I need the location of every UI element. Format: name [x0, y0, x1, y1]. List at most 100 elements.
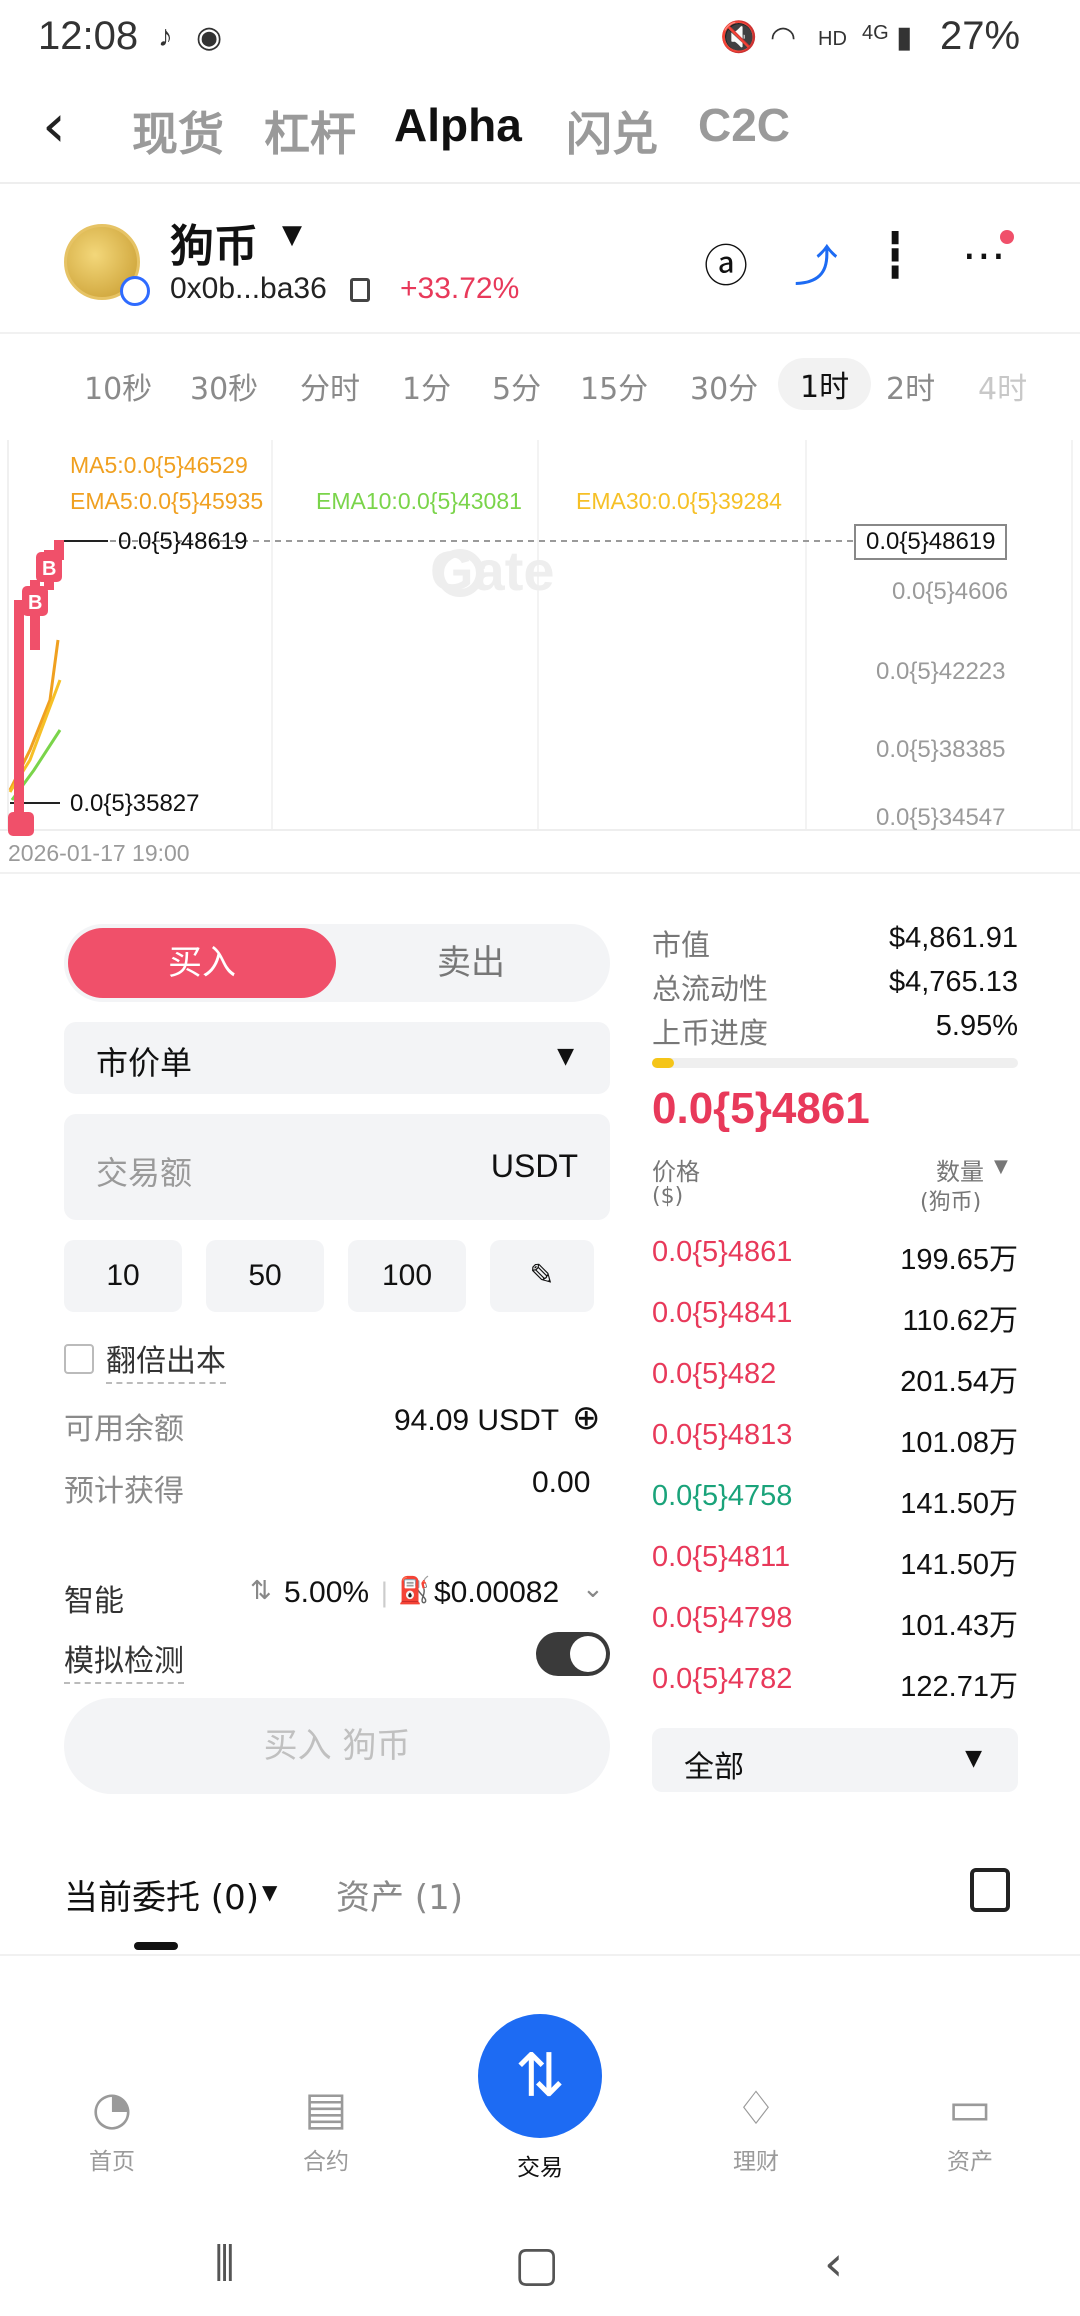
nav-futures[interactable]: ▤ 合约: [256, 2080, 396, 2176]
order-type-select[interactable]: 市价单 ▼: [64, 1022, 610, 1094]
y-tick-3: 0.0{5}38385: [876, 736, 1006, 763]
timeframe-time[interactable]: 分时: [300, 364, 360, 408]
order-history-icon[interactable]: [970, 1868, 1010, 1912]
home-button-icon[interactable]: ▢: [514, 2236, 559, 2292]
orderbook-price: 0.0{5}482: [652, 1358, 777, 1390]
orderbook-row[interactable]: 0.0{5}4811 141.50万: [652, 1541, 1018, 1591]
orderbook-price: 0.0{5}4861: [652, 1236, 793, 1268]
simulate-toggle[interactable]: [536, 1632, 610, 1676]
buy-tab[interactable]: 买入: [68, 928, 336, 998]
submit-buy-button[interactable]: 买入 狗币: [64, 1698, 610, 1794]
timeframe-1h[interactable]: 1时: [778, 358, 872, 410]
simulate-label: 模拟检测: [64, 1636, 184, 1684]
orderbook-row[interactable]: 0.0{5}4841 110.62万: [652, 1297, 1018, 1347]
nav-trade-label[interactable]: 交易: [470, 2148, 610, 2182]
edit-amounts-button[interactable]: ✎: [490, 1240, 594, 1312]
quick-amount-10[interactable]: 10: [64, 1240, 182, 1312]
quick-amount-100[interactable]: 100: [348, 1240, 466, 1312]
col-qty-label[interactable]: 数量: [936, 1152, 984, 1187]
tiktok-icon: ♪: [158, 20, 173, 53]
ema10-label: EMA10:0.0{5}43081: [316, 488, 522, 514]
double-checkbox[interactable]: [64, 1344, 94, 1374]
orderbook-row[interactable]: 0.0{5}4861 199.65万: [652, 1236, 1018, 1286]
orderbook-filter-select[interactable]: 全部 ▼: [652, 1728, 1018, 1792]
chevron-down-icon[interactable]: ▼: [262, 1880, 277, 1904]
svg-text:B: B: [28, 592, 42, 614]
recent-apps-icon[interactable]: ⦀: [214, 2236, 235, 2293]
timeframe-15m[interactable]: 15分: [580, 364, 648, 408]
price-alert-icon[interactable]: ⤴: [794, 230, 838, 294]
nav-home[interactable]: ◔ 首页: [42, 2080, 182, 2176]
timeframe-bar: 10秒 30秒 分时 1分 5分 15分 30分 1时 2时 4时: [0, 348, 1080, 428]
timeframe-5m[interactable]: 5分: [492, 364, 541, 408]
add-funds-icon[interactable]: ⊕: [572, 1398, 601, 1438]
ema5-label: EMA5:0.0{5}45935: [70, 488, 264, 514]
tab-c2c[interactable]: C2C: [698, 98, 790, 152]
svg-text:B: B: [42, 558, 56, 580]
amount-placeholder: 交易额: [96, 1154, 193, 1192]
smart-label: 智能: [64, 1584, 124, 1619]
slippage-value[interactable]: 5.00%: [284, 1576, 369, 1610]
timeframe-1m[interactable]: 1分: [402, 364, 451, 408]
sell-tab[interactable]: 卖出: [336, 928, 606, 998]
timeframe-30s[interactable]: 30秒: [190, 364, 258, 408]
timeframe-10s[interactable]: 10秒: [84, 364, 152, 408]
back-icon[interactable]: ‹: [42, 96, 66, 156]
market-type-nav: ‹ 现货 杠杆 Alpha 闪兑 C2C: [0, 80, 1080, 184]
nav-earn[interactable]: ♢ 理财: [686, 2080, 826, 2176]
trade-icon[interactable]: ⇅: [478, 2014, 602, 2138]
amount-input[interactable]: 交易额 USDT: [64, 1114, 610, 1220]
orderbook-qty: 199.65万: [900, 1244, 1018, 1276]
system-nav-bar: ⦀ ▢ ‹: [0, 2216, 1080, 2316]
fee-value[interactable]: $0.00082: [434, 1576, 559, 1610]
token-name[interactable]: 狗币: [170, 210, 258, 274]
futures-icon: ▤: [304, 2081, 348, 2135]
network-4g-label: 4G: [862, 22, 889, 44]
slippage-icon: ⇅: [250, 1576, 272, 1606]
orderbook-row[interactable]: 0.0{5}4798 101.43万: [652, 1602, 1018, 1652]
status-bar: 12:08 ♪ ◉ 🔇 ◠ HD 4G ▮ 27%: [0, 0, 1080, 80]
tab-alpha[interactable]: Alpha: [394, 98, 522, 152]
earn-icon: ♢: [735, 2081, 777, 2135]
app-notification-icon: ◉: [196, 21, 223, 54]
copy-icon[interactable]: [350, 278, 370, 302]
chart-timestamp: 2026-01-17 19:00: [8, 840, 190, 866]
back-nav-icon[interactable]: ‹: [824, 2236, 843, 2292]
tab-convert[interactable]: 闪兑: [566, 98, 658, 164]
tab-assets[interactable]: 资产 (1): [336, 1870, 463, 1919]
progress-value: 5.95%: [935, 1010, 1018, 1042]
col-price-unit: ($): [652, 1184, 684, 1209]
current-price: 0.0{5}4861: [652, 1084, 870, 1133]
toggle-knob: [570, 1636, 606, 1672]
token-select-caret-icon[interactable]: ▼: [282, 220, 302, 250]
timeframe-4h[interactable]: 4时: [978, 364, 1027, 408]
pencil-icon: ✎: [529, 1259, 555, 1292]
quick-amount-50[interactable]: 50: [206, 1240, 324, 1312]
price-chart[interactable]: B B Gate MA5:0.0{5}46529 EMA5:0.0{5}4593…: [0, 440, 1080, 840]
orderbook-price: 0.0{5}4758: [652, 1480, 793, 1512]
tab-current-orders[interactable]: 当前委托 (0): [64, 1870, 259, 1919]
sort-caret-icon[interactable]: ▼: [994, 1156, 1008, 1177]
y-tick-1: 0.0{5}4606: [892, 578, 1009, 605]
progress-label: 上币进度: [652, 1016, 769, 1050]
token-header: 狗币 ▼ 0x0b...ba36 +33.72% ⓐ ⤴ ┇ ⋯: [0, 186, 1080, 334]
orderbook-row[interactable]: 0.0{5}482 201.54万: [652, 1358, 1018, 1408]
orderbook-price: 0.0{5}4782: [652, 1663, 793, 1695]
orderbook-qty: 110.62万: [902, 1305, 1018, 1337]
candlestick-icon[interactable]: ┇: [882, 230, 909, 281]
orderbook-row[interactable]: 0.0{5}4813 101.08万: [652, 1419, 1018, 1469]
tab-margin[interactable]: 杠杆: [264, 98, 356, 164]
y-tick-4: 0.0{5}34547: [876, 804, 1006, 831]
orderbook-row[interactable]: 0.0{5}4782 122.71万: [652, 1663, 1018, 1713]
alpha-icon[interactable]: ⓐ: [704, 230, 748, 294]
timeframe-30m[interactable]: 30分: [690, 364, 758, 408]
separator: |: [380, 1578, 389, 1608]
orderbook-row[interactable]: 0.0{5}4758 141.50万: [652, 1480, 1018, 1530]
double-label: 翻倍出本: [106, 1336, 226, 1384]
nav-assets[interactable]: ▭ 资产: [900, 2080, 1040, 2176]
tab-spot[interactable]: 现货: [132, 98, 224, 164]
chevron-down-icon[interactable]: ⌄: [582, 1574, 604, 1604]
chain-badge-icon: [120, 276, 150, 306]
timeframe-2h[interactable]: 2时: [886, 364, 935, 408]
ma5-label: MA5:0.0{5}46529: [70, 452, 248, 478]
